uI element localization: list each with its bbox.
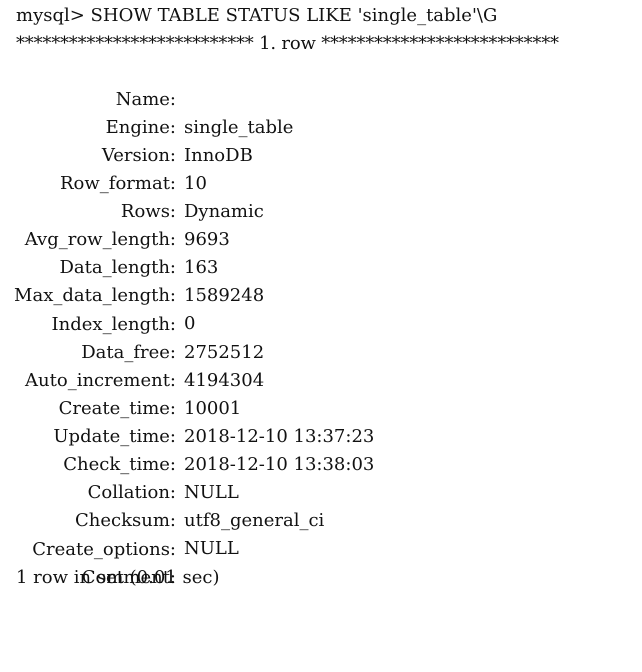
field-row-index-length: Index_length: 2752512 (0, 283, 642, 363)
field-row-row-format: Row_format: Dynamic (0, 142, 642, 222)
field-row-create-options: Create_options: (0, 508, 642, 560)
field-row-engine: Engine: InnoDB (0, 86, 642, 166)
field-row-collation: Collation: utf8_general_ci (0, 451, 642, 531)
field-row-update-time: Update_time: 2018-12-10 13:38:03 (0, 395, 642, 475)
field-row-avg-row-length: Avg_row_length: 163 (0, 198, 642, 278)
field-row-checksum: Checksum: NULL (0, 479, 642, 559)
terminal-output[interactable]: mysql> SHOW TABLE STATUS LIKE 'single_ta… (0, 0, 642, 605)
field-row-check-time: Check_time: NULL (0, 423, 642, 503)
field-row-version: Version: 10 (0, 114, 642, 194)
row-separator: *************************** 1. row *****… (16, 33, 559, 54)
result-footer: 1 row in set (0.01 sec) (16, 567, 220, 588)
field-row-max-data-length: Max_data_length: 0 (0, 254, 642, 334)
field-row-comment: Comment: (0, 536, 642, 588)
field-row-name: Name: single_table (0, 58, 642, 138)
field-row-create-time: Create_time: 2018-12-10 13:37:23 (0, 367, 642, 447)
prompt-line: mysql> SHOW TABLE STATUS LIKE 'single_ta… (16, 5, 498, 26)
field-row-data-free: Data_free: 4194304 (0, 311, 642, 391)
field-row-data-length: Data_length: 1589248 (0, 226, 642, 306)
field-row-rows: Rows: 9693 (0, 170, 642, 250)
field-row-auto-increment: Auto_increment: 10001 (0, 339, 642, 419)
